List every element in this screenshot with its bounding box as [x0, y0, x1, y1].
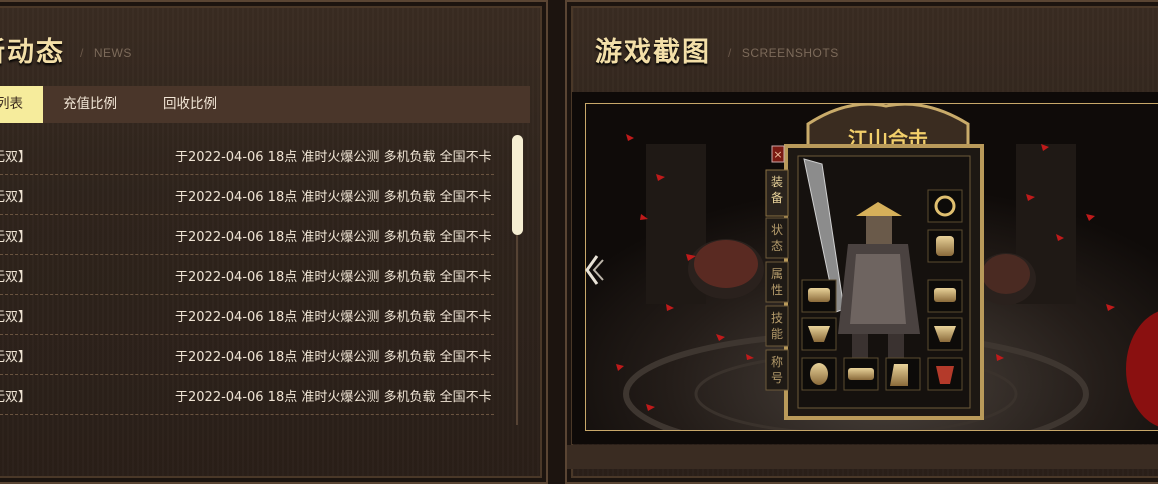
news-list: 无双】 于2022-04-06 18点 准时火爆公测 多机负载 全国不卡 无双】… [0, 135, 494, 415]
screenshots-footer [567, 445, 1158, 469]
news-subtitle: / NEWS [80, 46, 132, 60]
news-row[interactable]: 无双】 于2022-04-06 18点 准时火爆公测 多机负载 全国不卡 [0, 175, 494, 215]
chevron-left-icon [585, 255, 604, 285]
screenshots-title: 游戏截图 [595, 37, 711, 68]
news-scroll-thumb[interactable] [512, 135, 523, 235]
news-tag: 无双】 [0, 310, 32, 325]
news-row[interactable]: 无双】 于2022-04-06 18点 准时火爆公测 多机负载 全国不卡 [0, 335, 494, 375]
tab-recharge-ratio[interactable]: 充值比例 [63, 86, 117, 123]
news-link[interactable]: 于2022-04-06 18点 准时火爆公测 多机负载 全国不卡 [175, 146, 492, 165]
news-link[interactable]: 于2022-04-06 18点 准时火爆公测 多机负载 全国不卡 [175, 306, 492, 325]
tab-recycle-ratio[interactable]: 回收比例 [163, 86, 217, 123]
svg-text:技: 技 [771, 311, 783, 325]
news-row[interactable]: 无双】 于2022-04-06 18点 准时火爆公测 多机负载 全国不卡 [0, 295, 494, 335]
svg-text:属: 属 [771, 267, 783, 281]
game-scene: 江山合击 × 装 备 状 态 属 性 技 能 称 号 [586, 104, 1158, 430]
news-tag: 无双】 [0, 270, 32, 285]
prev-screenshot-button[interactable] [583, 252, 607, 288]
news-tag: 无双】 [0, 390, 32, 405]
news-tab-bar: 列表 充值比例 回收比例 [0, 86, 530, 123]
svg-text:态: 态 [771, 239, 783, 253]
news-link[interactable]: 于2022-04-06 18点 准时火爆公测 多机负载 全国不卡 [175, 186, 492, 205]
equipment-window: 江山合击 × 装 备 状 态 属 性 技 能 称 号 [765, 104, 984, 420]
panel-divider [548, 0, 565, 484]
news-link[interactable]: 于2022-04-06 18点 准时火爆公测 多机负载 全国不卡 [175, 266, 492, 285]
svg-text:状: 状 [771, 223, 783, 237]
news-row[interactable]: 无双】 于2022-04-06 18点 准时火爆公测 多机负载 全国不卡 [0, 215, 494, 255]
news-row[interactable]: 无双】 于2022-04-06 18点 准时火爆公测 多机负载 全国不卡 [0, 135, 494, 175]
news-row[interactable]: 无双】 于2022-04-06 18点 准时火爆公测 多机负载 全国不卡 [0, 375, 494, 415]
news-link[interactable]: 于2022-04-06 18点 准时火爆公测 多机负载 全国不卡 [175, 346, 492, 365]
news-tag: 无双】 [0, 350, 32, 365]
svg-text:号: 号 [771, 371, 783, 385]
screenshots-subtitle: / SCREENSHOTS [728, 46, 839, 60]
news-link[interactable]: 于2022-04-06 18点 准时火爆公测 多机负载 全国不卡 [175, 386, 492, 405]
news-title: 新动态 [0, 37, 65, 68]
svg-text:能: 能 [771, 327, 783, 341]
news-tag: 无双】 [0, 190, 32, 205]
tab-list[interactable]: 列表 [0, 86, 43, 123]
news-row[interactable]: 无双】 于2022-04-06 18点 准时火爆公测 多机负载 全国不卡 [0, 255, 494, 295]
news-subtitle-text: NEWS [93, 46, 132, 60]
screenshots-subtitle-text: SCREENSHOTS [741, 46, 839, 60]
news-link[interactable]: 于2022-04-06 18点 准时火爆公测 多机负载 全国不卡 [175, 226, 492, 245]
svg-text:备: 备 [771, 191, 783, 205]
side-tab-0: 装 [771, 175, 783, 189]
news-tag: 无双】 [0, 230, 32, 245]
news-tag: 无双】 [0, 150, 32, 165]
svg-text:性: 性 [771, 283, 783, 297]
svg-text:称: 称 [771, 355, 783, 369]
game-screenshot[interactable]: 江山合击 × 装 备 状 态 属 性 技 能 称 号 [585, 103, 1158, 431]
svg-text:×: × [773, 148, 782, 161]
